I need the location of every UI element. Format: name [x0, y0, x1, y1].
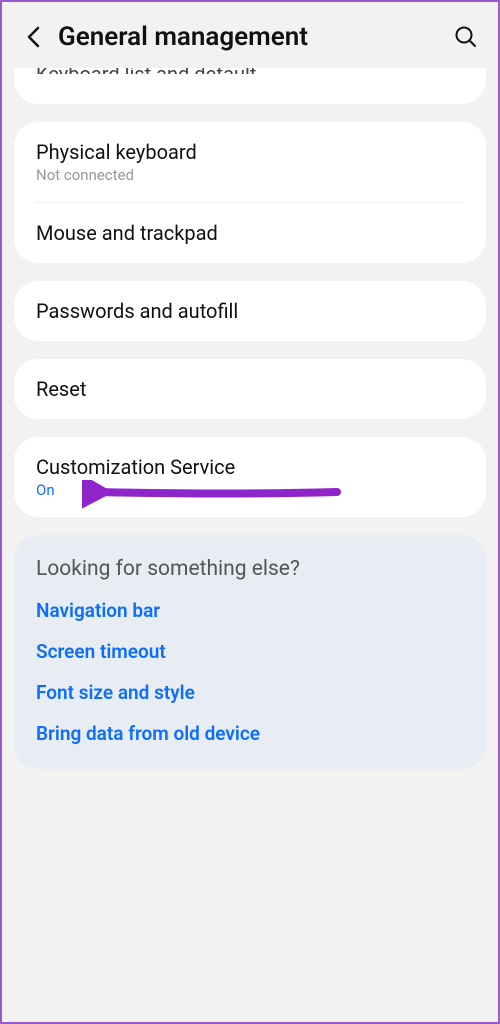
link-screen-timeout[interactable]: Screen timeout — [36, 640, 464, 663]
row-mouse-trackpad[interactable]: Mouse and trackpad — [14, 203, 486, 263]
card-passwords: Passwords and autofill — [14, 281, 486, 341]
row-customization[interactable]: Customization Service On — [14, 437, 486, 517]
header: General management — [2, 2, 498, 68]
row-physical-keyboard-title: Physical keyboard — [36, 140, 464, 164]
link-bring-data[interactable]: Bring data from old device — [36, 722, 464, 745]
row-customization-title: Customization Service — [36, 455, 464, 479]
row-mouse-trackpad-title: Mouse and trackpad — [36, 221, 464, 245]
link-font-size[interactable]: Font size and style — [36, 681, 464, 704]
link-navigation-bar[interactable]: Navigation bar — [36, 599, 464, 622]
row-passwords-autofill[interactable]: Passwords and autofill — [14, 281, 486, 341]
row-customization-status: On — [36, 481, 464, 499]
card-customization: Customization Service On — [14, 437, 486, 517]
back-icon[interactable] — [20, 24, 46, 50]
card-input-devices: Physical keyboard Not connected Mouse an… — [14, 122, 486, 263]
row-keyboard-list-title: Keyboard list and default — [36, 68, 464, 74]
row-reset[interactable]: Reset — [14, 359, 486, 419]
card-reset: Reset — [14, 359, 486, 419]
row-physical-keyboard-subtitle: Not connected — [36, 166, 464, 184]
footer-card: Looking for something else? Navigation b… — [14, 535, 486, 769]
search-icon[interactable] — [452, 23, 480, 51]
row-reset-title: Reset — [36, 377, 464, 401]
row-physical-keyboard[interactable]: Physical keyboard Not connected — [14, 122, 486, 202]
footer-title: Looking for something else? — [36, 557, 464, 581]
card-keyboard-list: Keyboard list and default — [14, 68, 486, 104]
row-passwords-title: Passwords and autofill — [36, 299, 464, 323]
row-keyboard-list[interactable]: Keyboard list and default — [14, 68, 486, 104]
page-title: General management — [58, 22, 452, 52]
